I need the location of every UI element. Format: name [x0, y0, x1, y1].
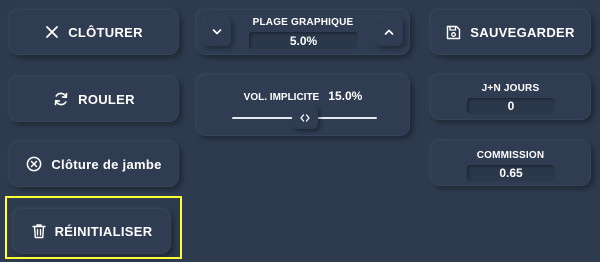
commission-panel: COMMISSION 0.65	[430, 140, 591, 186]
plage-graphique-panel: PLAGE GRAPHIQUE 5.0%	[196, 9, 410, 55]
jours-value[interactable]: 0	[467, 98, 555, 114]
plage-label: PLAGE GRAPHIQUE	[252, 17, 354, 28]
vol-implicite-panel: VOL. IMPLICITE 15.0%	[196, 74, 410, 136]
sauvegarder-label: SAUVEGARDER	[470, 24, 575, 40]
commission-value[interactable]: 0.65	[467, 165, 555, 181]
vol-value: 15.0%	[328, 89, 363, 103]
refresh-icon	[53, 91, 69, 107]
circle-x-icon	[26, 156, 42, 172]
chevron-up-icon	[384, 23, 394, 41]
selection-highlight	[5, 196, 182, 259]
save-icon	[446, 25, 461, 40]
vol-header: VOL. IMPLICITE 15.0%	[197, 89, 409, 103]
plage-decrease-button[interactable]	[203, 18, 231, 46]
cloture-jambe-button[interactable]: Clôture de jambe	[9, 141, 179, 187]
vol-slider-handle[interactable]	[291, 107, 318, 129]
cloturer-label: CLÔTURER	[68, 24, 143, 40]
code-arrows-icon	[299, 109, 310, 127]
plage-increase-button[interactable]	[375, 18, 403, 46]
cloturer-button[interactable]: CLÔTURER	[9, 9, 179, 55]
sauvegarder-button[interactable]: SAUVEGARDER	[430, 9, 591, 55]
jours-label: J+N JOURS	[481, 83, 540, 94]
plage-value[interactable]: 5.0%	[249, 32, 358, 49]
jours-panel: J+N JOURS 0	[430, 74, 591, 120]
close-icon	[45, 25, 59, 39]
commission-label: COMMISSION	[476, 150, 545, 161]
vol-label: VOL. IMPLICITE	[243, 92, 320, 103]
cloture-jambe-label: Clôture de jambe	[51, 156, 162, 172]
chevron-down-icon	[212, 23, 222, 41]
rouler-label: ROULER	[78, 91, 135, 107]
rouler-button[interactable]: ROULER	[9, 76, 179, 122]
